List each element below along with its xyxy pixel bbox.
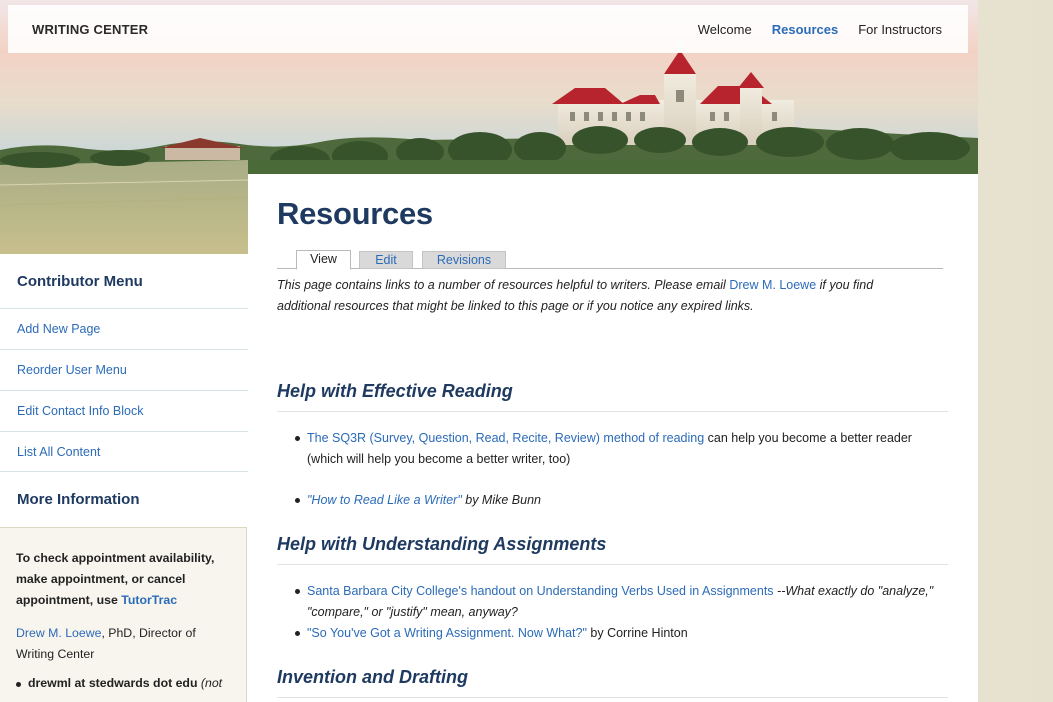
menu-item-edit-contact-info-block[interactable]: Edit Contact Info Block (0, 390, 248, 431)
list-item: The SQ3R (Survey, Question, Read, Recite… (295, 428, 947, 470)
menu-item-add-new-page[interactable]: Add New Page (0, 308, 248, 349)
sq3r-link[interactable]: The SQ3R (Survey, Question, Read, Recite… (307, 431, 704, 445)
intro-paragraph: This page contains links to a number of … (277, 278, 874, 313)
email-director-link[interactable]: Drew M. Loewe (729, 278, 816, 292)
writing-assignment-now-what-link[interactable]: "So You've Got a Writing Assignment. Now… (307, 626, 587, 640)
sbcc-verbs-handout-link[interactable]: Santa Barbara City College's handout on … (307, 584, 774, 598)
email-item: drewml at stedwards dot edu (not (16, 673, 230, 694)
menu-item-list-all-content[interactable]: List All Content (0, 431, 248, 472)
contributor-menu-heading: Contributor Menu (17, 273, 143, 290)
main-nav: Welcome Resources For Instructors (698, 22, 942, 37)
section-heading-invention-drafting: Invention and Drafting (277, 667, 948, 698)
left-sidebar: Contributor Menu Add New Page Reorder Us… (0, 254, 248, 702)
assignment-resources-list: Santa Barbara City College's handout on … (295, 581, 947, 644)
tab-revisions[interactable]: Revisions (422, 251, 506, 269)
nav-link-resources[interactable]: Resources (772, 22, 838, 37)
nav-link-welcome[interactable]: Welcome (698, 22, 752, 37)
nav-link-for-instructors[interactable]: For Instructors (858, 22, 942, 37)
tab-edit[interactable]: Edit (359, 251, 413, 269)
contributor-menu: Add New Page Reorder User Menu Edit Cont… (0, 308, 248, 472)
more-information-heading: More Information (17, 491, 140, 508)
list-item: Santa Barbara City College's handout on … (295, 581, 947, 623)
main-content: Resources View Edit Revisions This page … (248, 174, 978, 702)
site-title[interactable]: WRITING CENTER (32, 22, 148, 37)
reading-resources-list: The SQ3R (Survey, Question, Read, Recite… (295, 428, 947, 511)
read-like-writer-link[interactable]: "How to Read Like a Writer" (307, 493, 462, 507)
appointment-text: To check appointment availability, make … (16, 551, 215, 607)
email-note: (not (200, 676, 223, 690)
list-item: "How to Read Like a Writer" by Mike Bunn (295, 490, 947, 511)
section-heading-effective-reading: Help with Effective Reading (277, 381, 948, 412)
director-info: Drew M. Loewe, PhD, Director of Writing … (16, 626, 196, 661)
menu-item-reorder-user-menu[interactable]: Reorder User Menu (0, 349, 248, 390)
contact-list: drewml at stedwards dot edu (not (16, 673, 230, 694)
tutortrac-link[interactable]: TutorTrac (121, 593, 177, 607)
director-link[interactable]: Drew M. Loewe (16, 626, 101, 640)
section-heading-understanding-assignments: Help with Understanding Assignments (277, 534, 948, 565)
page-tabs: View Edit Revisions (277, 250, 943, 270)
tab-view[interactable]: View (296, 250, 351, 270)
page-title: Resources (277, 196, 433, 231)
top-navigation-bar: WRITING CENTER Welcome Resources For Ins… (8, 5, 968, 53)
list-item: "So You've Got a Writing Assignment. Now… (295, 623, 947, 644)
email-text: drewml at stedwards dot edu (28, 676, 198, 690)
contact-info-block: To check appointment availability, make … (0, 527, 247, 702)
